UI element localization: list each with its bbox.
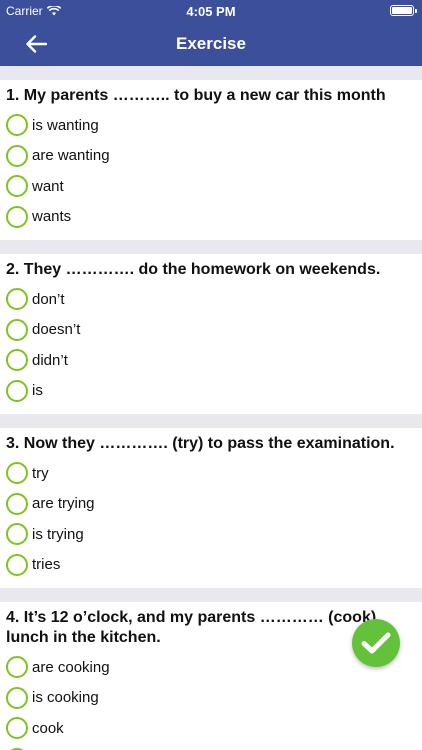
radio-button[interactable] [6,349,28,372]
option-label: cook [32,719,64,737]
radio-button[interactable] [6,175,28,198]
radio-button[interactable] [6,144,28,167]
battery-icon [390,5,417,16]
option-label: want [32,177,64,195]
option-label: is [32,382,43,400]
status-bar: Carrier 4:05 PM [0,0,422,22]
checkmark-icon [361,632,391,654]
option-label: is trying [32,525,84,543]
radio-button[interactable] [6,205,28,228]
question-4: 4. It’s 12 o’clock, and my parents ………… … [0,602,422,750]
question-3: 3. Now they …………. (try) to pass the exam… [0,428,422,588]
option-label: didn’t [32,351,68,369]
radio-button[interactable] [6,553,28,576]
radio-button[interactable] [6,114,28,137]
radio-button[interactable] [6,656,28,679]
radio-button[interactable] [6,462,28,485]
submit-button[interactable] [352,619,400,667]
question-text: 2. They …………. do the homework on weekend… [6,261,381,278]
option-row[interactable]: are trying [6,489,416,520]
option-row[interactable]: tries [6,550,416,581]
option-row[interactable]: wants [6,202,416,233]
option-label: are wanting [32,147,110,165]
app-header: Carrier 4:05 PM Exercise [0,0,422,66]
option-row[interactable]: cooks [6,744,416,750]
option-label: are cooking [32,658,110,676]
option-row[interactable]: is wanting [6,110,416,141]
divider [0,240,422,254]
option-label: try [32,464,49,482]
question-text: 3. Now they …………. (try) to pass the exam… [6,435,395,452]
option-row[interactable]: is trying [6,519,416,550]
question-2: 2. They …………. do the homework on weekend… [0,254,422,414]
option-label: is cooking [32,689,99,707]
option-row[interactable]: cook [6,713,416,744]
option-row[interactable]: try [6,458,416,489]
option-row[interactable]: didn’t [6,345,416,376]
question-text: 1. My parents ……….. to buy a new car thi… [6,87,386,104]
divider [0,588,422,602]
option-row[interactable]: want [6,171,416,202]
option-label: tries [32,556,61,574]
radio-button[interactable] [6,288,28,311]
option-label: are trying [32,495,95,513]
radio-button[interactable] [6,318,28,341]
radio-button[interactable] [6,379,28,402]
option-row[interactable]: is cooking [6,683,416,714]
option-row[interactable]: don’t [6,284,416,315]
divider [0,66,422,80]
option-row[interactable]: doesn’t [6,315,416,346]
option-label: doesn’t [32,321,81,339]
status-time: 4:05 PM [186,4,236,19]
option-label: don’t [32,290,65,308]
radio-button[interactable] [6,717,28,740]
option-label: is wanting [32,116,99,134]
option-row[interactable]: are wanting [6,141,416,172]
page-title: Exercise [176,34,246,53]
nav-bar: Exercise [0,22,422,66]
question-1: 1. My parents ……….. to buy a new car thi… [0,80,422,240]
radio-button[interactable] [6,686,28,709]
radio-button[interactable] [6,492,28,515]
option-label: wants [32,208,72,226]
radio-button[interactable] [6,523,28,546]
option-row[interactable]: is [6,376,416,407]
option-row[interactable]: are cooking [6,652,416,683]
divider [0,414,422,428]
